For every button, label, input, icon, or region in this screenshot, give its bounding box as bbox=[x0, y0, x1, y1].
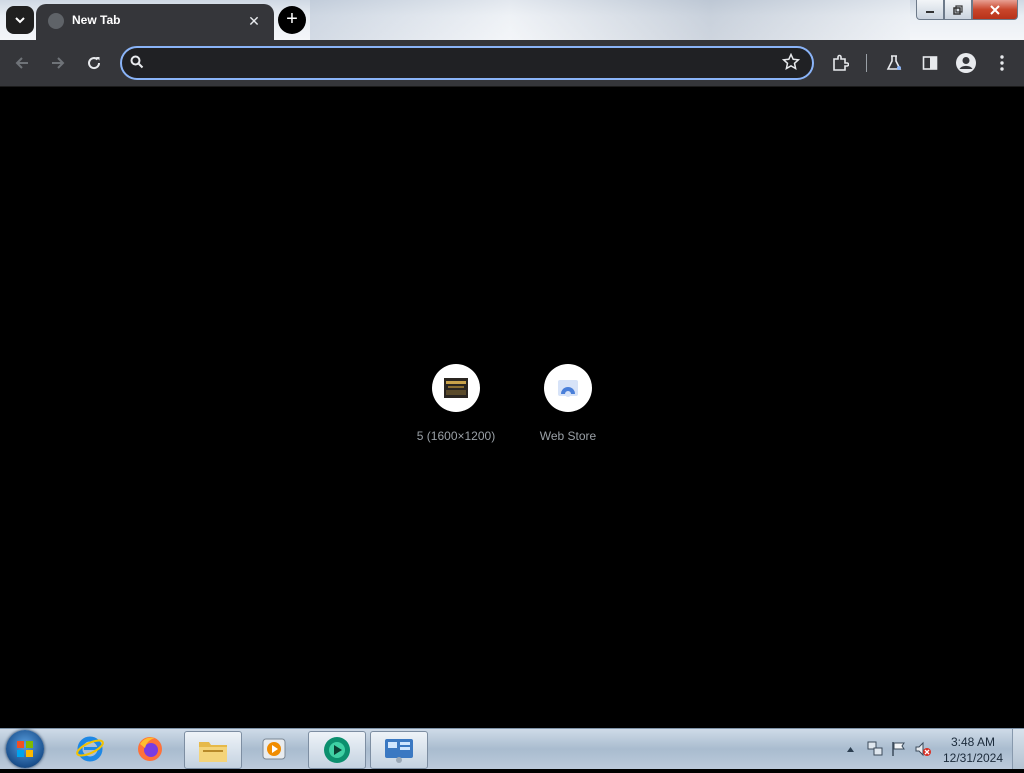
flask-icon bbox=[886, 55, 902, 70]
show-desktop-button[interactable] bbox=[1012, 729, 1024, 769]
network-icon bbox=[867, 741, 883, 756]
windows-logo-icon bbox=[17, 741, 33, 757]
arrow-left-icon bbox=[15, 57, 28, 69]
arrow-right-icon bbox=[52, 57, 65, 69]
tab-search-button[interactable] bbox=[6, 6, 34, 34]
shortcut-label: 5 (1600×1200) bbox=[416, 429, 496, 443]
taskbar-browser-app[interactable] bbox=[308, 731, 366, 769]
close-tab-button[interactable]: ✕ bbox=[244, 11, 264, 31]
close-icon: ✕ bbox=[248, 13, 260, 29]
close-icon bbox=[990, 4, 1000, 15]
side-panel-button[interactable] bbox=[918, 51, 942, 75]
globe-icon bbox=[48, 13, 64, 29]
web-store-icon bbox=[558, 380, 578, 397]
clock-date: 12/31/2024 bbox=[942, 751, 1004, 765]
taskbar-firefox[interactable] bbox=[122, 731, 178, 767]
forward-button[interactable] bbox=[46, 51, 70, 75]
desktop-background bbox=[310, 0, 910, 40]
shortcut-label: Web Store bbox=[539, 429, 597, 443]
restore-button[interactable] bbox=[944, 0, 972, 20]
flag-icon bbox=[892, 742, 905, 756]
tab-new-tab[interactable]: New Tab ✕ bbox=[36, 4, 274, 40]
browser-app-icon bbox=[324, 737, 350, 763]
triangle-up-icon bbox=[847, 747, 854, 752]
restore-icon bbox=[953, 4, 963, 15]
start-button[interactable] bbox=[6, 730, 44, 768]
menu-button[interactable] bbox=[990, 51, 1014, 75]
taskbar-internet-explorer[interactable] bbox=[62, 731, 118, 767]
firefox-icon bbox=[138, 737, 162, 761]
tab-title: New Tab bbox=[72, 13, 121, 27]
system-clock[interactable]: 3:48 AM 12/31/2024 bbox=[940, 734, 1006, 766]
plus-icon: + bbox=[286, 8, 298, 30]
search-icon bbox=[130, 55, 144, 69]
show-hidden-icons-button[interactable] bbox=[846, 741, 855, 759]
taskbar-file-explorer[interactable] bbox=[184, 731, 242, 769]
taskbar-media-player[interactable] bbox=[246, 731, 302, 767]
network-tray-icon-button[interactable] bbox=[866, 740, 884, 763]
action-center-tray-button[interactable] bbox=[890, 740, 908, 763]
puzzle-icon bbox=[833, 54, 849, 71]
image-thumbnail-icon bbox=[444, 378, 468, 398]
profile-button[interactable] bbox=[954, 51, 978, 75]
chevron-down-icon bbox=[15, 17, 25, 24]
minimize-button[interactable] bbox=[916, 0, 944, 20]
labs-button[interactable] bbox=[882, 51, 906, 75]
title-bar: New Tab ✕ + bbox=[0, 0, 1024, 40]
more-vert-icon bbox=[1000, 55, 1004, 71]
shortcut-tile-web-store[interactable]: Web Store bbox=[512, 364, 624, 443]
new-tab-button[interactable]: + bbox=[278, 6, 306, 34]
file-explorer-icon bbox=[199, 742, 227, 762]
window-controls bbox=[916, 0, 1018, 20]
volume-muted-icon bbox=[915, 741, 931, 757]
internet-explorer-icon bbox=[76, 736, 104, 762]
extensions-button[interactable] bbox=[828, 51, 852, 75]
media-player-icon bbox=[262, 738, 286, 760]
shortcut-tile-image[interactable]: 5 (1600×1200) bbox=[400, 364, 512, 443]
reload-button[interactable] bbox=[82, 51, 106, 75]
clock-time: 3:48 AM bbox=[950, 735, 996, 749]
omnibox-input[interactable] bbox=[156, 52, 780, 76]
control-panel-icon bbox=[385, 739, 413, 763]
toolbar-separator bbox=[866, 54, 867, 72]
browser-toolbar bbox=[0, 40, 1024, 87]
address-bar[interactable] bbox=[120, 46, 814, 80]
shortcut-icon-circle bbox=[544, 364, 592, 412]
shortcut-icon-circle bbox=[432, 364, 480, 412]
new-tab-page: 5 (1600×1200) Web Store bbox=[0, 87, 1024, 728]
side-panel-icon bbox=[922, 56, 938, 70]
taskbar-control-panel[interactable] bbox=[370, 731, 428, 769]
avatar-icon bbox=[956, 53, 976, 73]
taskbar: 3:48 AM 12/31/2024 bbox=[0, 728, 1024, 769]
back-button[interactable] bbox=[10, 51, 34, 75]
volume-tray-button[interactable] bbox=[914, 740, 932, 763]
reload-icon bbox=[88, 57, 101, 70]
close-window-button[interactable] bbox=[972, 0, 1018, 20]
bookmark-star-icon[interactable] bbox=[782, 53, 800, 71]
minimize-icon bbox=[926, 10, 934, 13]
